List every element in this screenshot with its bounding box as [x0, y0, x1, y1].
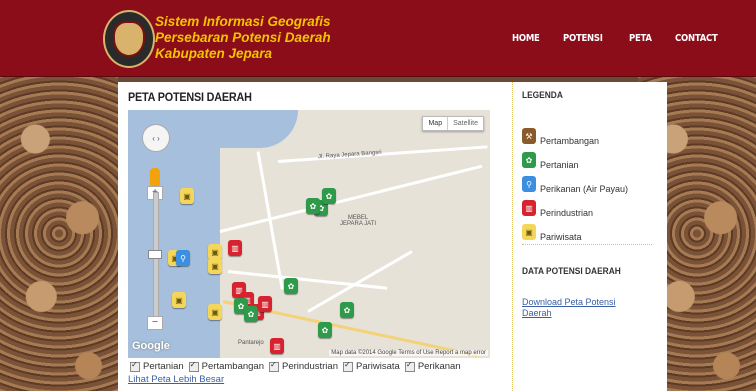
kabupaten-logo — [103, 10, 155, 68]
legend-label: Perikanan (Air Payau) — [540, 184, 629, 194]
filter-perindustrian-label: Perindustrian — [282, 361, 338, 372]
map-label-mebel: MEBEL JEPARA JATI — [339, 215, 377, 227]
filter-pariwisata-checkbox[interactable] — [342, 360, 353, 372]
filter-perindustrian-checkbox[interactable] — [269, 360, 279, 372]
data-potensi-title: DATA POTENSI DAERAH — [522, 266, 621, 277]
nav-home[interactable]: HOME — [512, 33, 540, 44]
marker-perindustrian[interactable]: ▥ — [270, 338, 284, 354]
marker-pariwisata[interactable]: ▣ — [180, 188, 194, 204]
legend-item-pertanian: ✿ Pertanian — [522, 152, 579, 170]
content-panel: PETA POTENSI DAERAH Jl. Raya Jepara Bang… — [118, 82, 667, 391]
tourism-icon: ▣ — [522, 224, 536, 240]
map-label-road: Jl. Raya Jepara Bangsri — [317, 149, 382, 161]
legend-label: Pariwisata — [540, 232, 582, 242]
site-title-line-3: Kabupaten Jepara — [155, 46, 273, 61]
marker-pertanian[interactable]: ✿ — [284, 278, 298, 294]
map-attribution: Map data ©2014 Google Terms of Use Repor… — [329, 350, 488, 356]
pan-control[interactable]: ‹ › — [142, 124, 170, 152]
wood-background-left — [0, 76, 118, 391]
google-logo: Google — [132, 340, 170, 352]
map-type-satellite-button[interactable]: Satellite — [447, 117, 483, 130]
sidebar-separator — [522, 244, 652, 245]
map-type-control: Map Satellite — [422, 116, 484, 131]
marker-perindustrian[interactable]: ▥ — [258, 296, 272, 312]
filter-pertanian-checkbox[interactable] — [130, 360, 140, 372]
marker-pertanian[interactable]: ✿ — [318, 322, 332, 338]
farming-icon: ✿ — [522, 152, 536, 168]
site-title-line-2: Persebaran Potensi Daerah — [155, 30, 331, 45]
legend-item-perindustrian: ▥ Perindustrian — [522, 200, 594, 218]
map-type-map-button[interactable]: Map — [423, 117, 447, 130]
fish-icon: ⚲ — [522, 176, 536, 192]
zoom-out-button[interactable]: − — [147, 316, 163, 330]
nav-peta[interactable]: PETA — [629, 33, 652, 44]
filter-perikanan-label: Perikanan — [417, 361, 461, 372]
marker-pariwisata[interactable]: ▣ — [208, 258, 222, 274]
download-map-link[interactable]: Download Peta Potensi Daerah — [522, 297, 642, 319]
site-title-line-1: Sistem Informasi Geografis — [155, 14, 331, 29]
main-content: PETA POTENSI DAERAH Jl. Raya Jepara Bang… — [128, 90, 490, 385]
nav-contact[interactable]: CONTACT — [675, 33, 718, 44]
marker-pertanian[interactable]: ✿ — [340, 302, 354, 318]
legend-label: Pertanian — [540, 160, 579, 170]
marker-perikanan[interactable]: ⚲ — [176, 250, 190, 266]
filter-pariwisata-label: Pariwisata — [355, 361, 400, 372]
view-larger-map-link[interactable]: Lihat Peta Lebih Besar — [128, 374, 224, 385]
mining-icon: ⚒ — [522, 128, 536, 144]
legend-title: LEGENDA — [522, 90, 563, 101]
legend-label: Perindustrian — [540, 208, 594, 218]
marker-pertanian[interactable]: ✿ — [322, 188, 336, 204]
sidebar-divider — [512, 82, 513, 391]
marker-pariwisata[interactable]: ▣ — [208, 304, 222, 320]
legend-item-pariwisata: ▣ Pariwisata — [522, 224, 582, 242]
site-header: Sistem Informasi Geografis Persebaran Po… — [0, 0, 756, 77]
filter-perikanan-checkbox[interactable] — [404, 360, 415, 372]
legend-item-pertambangan: ⚒ Pertambangan — [522, 128, 600, 146]
filter-pertambangan-label: Pertambangan — [201, 361, 264, 372]
site-title: Sistem Informasi Geografis Persebaran Po… — [155, 14, 331, 62]
legend-item-perikanan: ⚲ Perikanan (Air Payau) — [522, 176, 629, 194]
sidebar: LEGENDA ⚒ Pertambangan ✿ Pertanian ⚲ Per… — [522, 90, 656, 318]
filter-pertambangan-checkbox[interactable] — [188, 360, 199, 372]
main-nav: HOME POTENSI PETA CONTACT — [512, 33, 744, 44]
filter-pertanian-label: Pertanian — [143, 361, 184, 372]
marker-pertanian[interactable]: ✿ — [244, 306, 258, 322]
page-title: PETA POTENSI DAERAH — [128, 90, 252, 104]
factory-icon: ▥ — [522, 200, 536, 216]
nav-potensi[interactable]: POTENSI — [563, 33, 603, 44]
zoom-slider-handle[interactable] — [148, 250, 162, 259]
category-filters: Pertanian Pertambangan Perindustrian Par… — [128, 360, 464, 372]
google-map[interactable]: Jl. Raya Jepara Bangsri MEBEL JEPARA JAT… — [128, 110, 490, 358]
map-label-area: Pantarejo — [238, 340, 264, 346]
marker-pariwisata[interactable]: ▣ — [172, 292, 186, 308]
legend-label: Pertambangan — [540, 136, 600, 146]
street-view-pegman-icon[interactable] — [150, 168, 160, 186]
marker-pertanian[interactable]: ✿ — [306, 198, 320, 214]
marker-perindustrian[interactable]: ▥ — [228, 240, 242, 256]
